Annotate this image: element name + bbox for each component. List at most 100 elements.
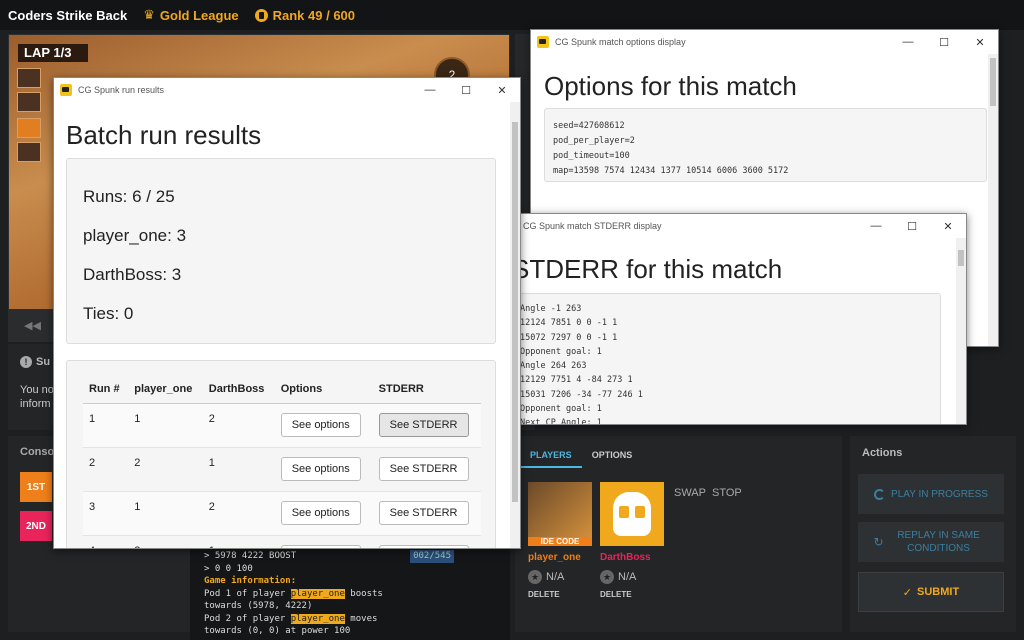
swap-stop-controls: SWAP STOP [674,487,742,499]
delete-darthboss-button[interactable]: DELETE [600,590,632,599]
game-title[interactable]: Coders Strike Back [8,8,127,23]
minimize-icon[interactable]: — [858,220,894,233]
checkmark-icon: ✓ [902,586,913,599]
replay-same-conditions-button[interactable]: ↻ REPLAY IN SAME CONDITIONS [858,522,1004,562]
rank-badge[interactable]: Rank 49 / 600 [254,7,356,23]
app-icon [537,36,549,48]
results-table: Run # player_one DarthBoss Options STDER… [83,377,481,548]
actions-title: Actions [862,447,903,459]
player-one-score: player_one: 3 [83,226,187,245]
options-scrollbar[interactable] [988,54,998,346]
close-icon[interactable]: ✕ [930,220,966,233]
play-in-progress-button[interactable]: PLAY IN PROGRESS [858,474,1004,514]
console-line: Pod 2 of player player_one moves [204,613,378,624]
table-row: 4 2 1 See options See STDERR [83,535,481,548]
options-heading: Options for this match [544,71,797,101]
rank-icon [254,8,268,22]
console-title: Conso [20,446,55,458]
console-line: towards (0, 0) at power 100 [204,626,351,636]
console-log[interactable]: > 5978 4222 BOOST > 0 0 100 Game informa… [190,548,510,640]
column-header: STDERR [372,377,481,404]
player-one-name[interactable]: player_one [528,552,581,563]
ties-count: Ties: 0 [83,304,134,323]
see-stderr-button[interactable]: See STDERR [378,501,469,525]
swap-button[interactable]: SWAP [674,487,706,499]
darthboss-score: DarthBoss: 3 [83,265,182,284]
close-icon[interactable]: ✕ [962,36,998,49]
player-one-place: 1 [128,491,203,536]
rank-1st-badge: 1ST [20,472,52,502]
tab-players[interactable]: PLAYERS [520,444,582,468]
see-options-button[interactable]: See options [280,457,361,481]
console-header: Game information: [204,576,297,586]
column-header: DarthBoss [202,377,275,404]
info-icon: ! [20,356,32,368]
darthboss-name[interactable]: DarthBoss [600,552,651,563]
column-header: Run # [83,377,129,404]
close-icon[interactable]: ✕ [484,84,520,97]
stderr-scrollbar[interactable] [956,238,966,424]
table-header-row: Run # player_one DarthBoss Options STDER… [83,377,481,404]
results-table-box: Run # player_one DarthBoss Options STDER… [66,360,496,548]
table-row: 1 1 2 See options See STDERR [83,403,481,448]
submit-button[interactable]: ✓ SUBMIT [858,572,1004,612]
player-one-place: 2 [128,447,203,492]
pod-rank-icon [17,142,41,162]
results-window-titlebar[interactable]: CG Spunk run results — ☐ ✕ [54,78,520,102]
pod-rank-icon [17,118,41,138]
see-stderr-button[interactable]: See STDERR [378,545,469,548]
stderr-window-title: CG Spunk match STDERR display [523,221,662,231]
player-one-avatar[interactable]: IDE CODE [528,482,592,546]
darthboss-place: 1 [202,535,275,548]
minimize-icon[interactable]: — [890,36,926,49]
stderr-heading: STDERR for this match [512,254,783,284]
delete-player-one-button[interactable]: DELETE [528,590,560,599]
options-window-title: CG Spunk match options display [555,37,686,47]
see-options-button[interactable]: See options [280,501,361,525]
run-number: 4 [83,535,129,548]
results-window-title: CG Spunk run results [78,85,165,95]
info-text: You no [20,384,54,396]
maximize-icon[interactable]: ☐ [448,84,484,97]
see-stderr-button[interactable]: See STDERR [378,413,469,437]
see-options-button[interactable]: See options [280,413,361,437]
pod-rank-icon [17,68,41,88]
player-one-place: 1 [128,403,203,448]
column-header: player_one [128,377,203,404]
league-badge[interactable]: ♛ Gold League [143,7,238,23]
minimize-icon[interactable]: — [412,84,448,97]
stop-button[interactable]: STOP [712,487,742,499]
runs-count: Runs: 6 / 25 [83,187,175,206]
info-status: Su [36,356,51,368]
darthboss-avatar[interactable] [600,482,664,546]
results-summary: Runs: 6 / 25 player_one: 3 DarthBoss: 3 … [66,158,496,344]
table-row: 2 2 1 See options See STDERR [83,447,481,492]
stderr-window[interactable]: CG Spunk match STDERR display — ☐ ✕ STDE… [498,213,967,425]
skull-icon [613,492,651,536]
lap-indicator: LAP 1/3 [18,44,88,62]
results-scrollbar[interactable] [510,102,520,548]
see-stderr-button[interactable]: See STDERR [378,457,469,481]
tab-options[interactable]: OPTIONS [582,444,643,468]
pod-rank-icon [17,92,41,112]
maximize-icon[interactable]: ☐ [926,36,962,49]
run-number: 2 [83,447,129,492]
player-one-place: 2 [128,535,203,548]
replay-icon: ↻ [873,534,884,549]
stderr-window-titlebar[interactable]: CG Spunk match STDERR display — ☐ ✕ [499,214,966,238]
stderr-content: Angle -1 263 12124 7851 0 0 -1 1 15072 7… [511,293,941,424]
ide-code-badge: IDE CODE [528,537,592,546]
console-line: towards (5978, 4222) [204,601,313,611]
maximize-icon[interactable]: ☐ [894,220,930,233]
darthboss-place: 2 [202,403,275,448]
table-row: 3 1 2 See options See STDERR [83,491,481,536]
rewind-icon[interactable]: ◀◀ [24,319,41,332]
options-window-titlebar[interactable]: CG Spunk match options display — ☐ ✕ [531,30,998,54]
darthboss-rating: ★ N/A [600,570,636,584]
results-window[interactable]: CG Spunk run results — ☐ ✕ Batch run res… [53,77,521,549]
rank-label: Rank 49 / 600 [272,7,356,23]
see-options-button[interactable]: See options [280,545,361,548]
darthboss-place: 1 [202,447,275,492]
run-number: 3 [83,491,129,536]
top-bar: Coders Strike Back ♛ Gold League Rank 49… [0,0,1024,30]
